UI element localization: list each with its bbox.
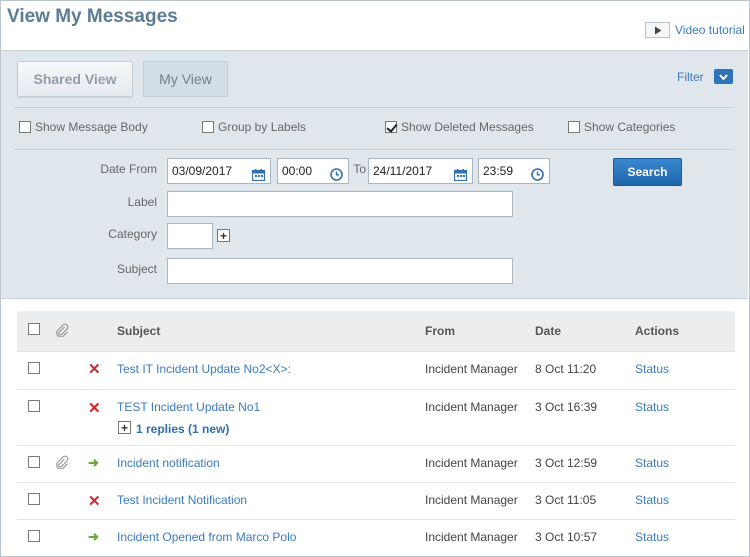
row-checkbox[interactable] [28,493,40,505]
option-show-deleted-messages[interactable]: Show Deleted Messages [385,120,534,134]
option-show-message-body[interactable]: Show Message Body [19,120,148,134]
filter-panel: Shared View My View Filter Show Message … [1,50,748,299]
table-header: Subject From Date Actions [17,311,735,351]
time-to-value: 23:59 [483,164,514,178]
date-to-field[interactable]: 24/11/2017 [368,158,473,184]
page-title: View My Messages [7,6,178,27]
message-subject-link[interactable]: Test Incident Notification [117,493,247,507]
date-from-value: 03/09/2017 [172,164,233,178]
message-date: 3 Oct 12:59 [535,456,598,470]
messages-table: Subject From Date Actions ✕ Test IT Inci… [17,311,735,555]
filter-toggle[interactable]: Filter [677,69,733,84]
message-date: 3 Oct 16:39 [535,400,598,414]
message-from: Incident Manager [425,362,518,376]
option-label: Show Message Body [35,120,148,134]
message-subject-link[interactable]: Test IT Incident Update No2<X>: [117,362,291,376]
forward-arrow-icon: ➜ [88,529,99,544]
message-from: Incident Manager [425,456,518,470]
filter-label: Filter [677,69,704,84]
date-from-field[interactable]: 03/09/2017 [167,158,271,184]
column-header-subject[interactable]: Subject [117,324,160,338]
option-label: Show Deleted Messages [401,120,534,134]
divider [14,149,735,150]
calendar-icon[interactable] [251,165,266,189]
expand-replies-button[interactable]: + [118,421,131,434]
tab-shared-view[interactable]: Shared View [17,61,133,97]
category-label: Category [108,227,157,241]
table-row[interactable]: ✕ Test IT Incident Update No2<X>: Incide… [17,351,735,389]
paperclip-icon [55,455,69,472]
row-checkbox[interactable] [28,362,40,374]
label-field[interactable] [167,191,513,217]
message-date: 8 Oct 11:20 [535,362,597,376]
video-tutorial-label: Video tutorial [675,23,745,37]
status-link[interactable]: Status [635,530,669,544]
label-label: Label [127,195,157,209]
status-link[interactable]: Status [635,362,669,376]
add-category-button[interactable]: + [217,229,230,242]
message-subject-link[interactable]: Incident Opened from Marco Polo [117,530,296,544]
search-button[interactable]: Search [613,158,682,186]
table-row[interactable]: ✕ Test Incident Notification Incident Ma… [17,482,735,519]
message-date: 3 Oct 11:05 [535,493,597,507]
date-from-label: Date From [100,162,157,176]
divider [14,107,735,108]
forward-arrow-icon: ➜ [88,455,99,470]
message-date: 3 Oct 10:57 [535,530,598,544]
option-label: Show Categories [584,120,676,134]
status-link[interactable]: Status [635,493,669,507]
calendar-icon[interactable] [453,165,468,189]
subject-label: Subject [116,262,157,276]
clock-icon[interactable] [330,165,343,189]
column-header-date[interactable]: Date [535,324,561,338]
deleted-x-icon: ✕ [88,361,101,378]
message-subject-link[interactable]: Incident notification [117,456,220,470]
video-tutorial-link[interactable]: Video tutorial [645,22,745,38]
show-categories-checkbox[interactable] [568,121,580,133]
row-checkbox[interactable] [28,400,40,412]
category-field[interactable] [167,223,213,249]
time-from-value: 00:00 [282,164,313,178]
option-label: Group by Labels [218,120,307,134]
time-to-field[interactable]: 23:59 [478,158,550,184]
option-show-categories[interactable]: Show Categories [568,120,675,134]
paperclip-icon [55,323,69,340]
show-message-body-checkbox[interactable] [19,121,31,133]
message-from: Incident Manager [425,493,518,507]
column-header-actions: Actions [635,324,680,338]
clock-icon[interactable] [531,165,544,189]
tab-my-view[interactable]: My View [143,61,228,97]
deleted-x-icon: ✕ [88,400,101,417]
time-from-field[interactable]: 00:00 [277,158,349,184]
play-icon [645,22,670,38]
to-label: To [353,162,366,176]
row-checkbox[interactable] [28,530,40,542]
message-from: Incident Manager [425,400,518,414]
option-group-by-labels[interactable]: Group by Labels [202,120,306,134]
subject-field[interactable] [167,258,513,284]
replies-link[interactable]: 1 replies (1 new) [136,422,229,436]
row-checkbox[interactable] [28,456,40,468]
deleted-x-icon: ✕ [88,493,101,510]
select-all-checkbox[interactable] [28,323,40,335]
show-deleted-messages-checkbox[interactable] [385,121,397,133]
status-link[interactable]: Status [635,400,669,414]
chevron-down-icon[interactable] [713,69,733,84]
date-to-value: 24/11/2017 [373,164,433,178]
column-header-from[interactable]: From [425,324,455,338]
table-row[interactable]: ✕ TEST Incident Update No1 + 1 replies (… [17,389,735,445]
group-by-labels-checkbox[interactable] [202,121,214,133]
table-row[interactable]: ➜ Incident notification Incident Manager… [17,445,735,482]
message-from: Incident Manager [425,530,518,544]
table-row[interactable]: ➜ Incident Opened from Marco Polo Incide… [17,519,735,555]
status-link[interactable]: Status [635,456,669,470]
message-subject-link[interactable]: TEST Incident Update No1 [117,400,260,414]
